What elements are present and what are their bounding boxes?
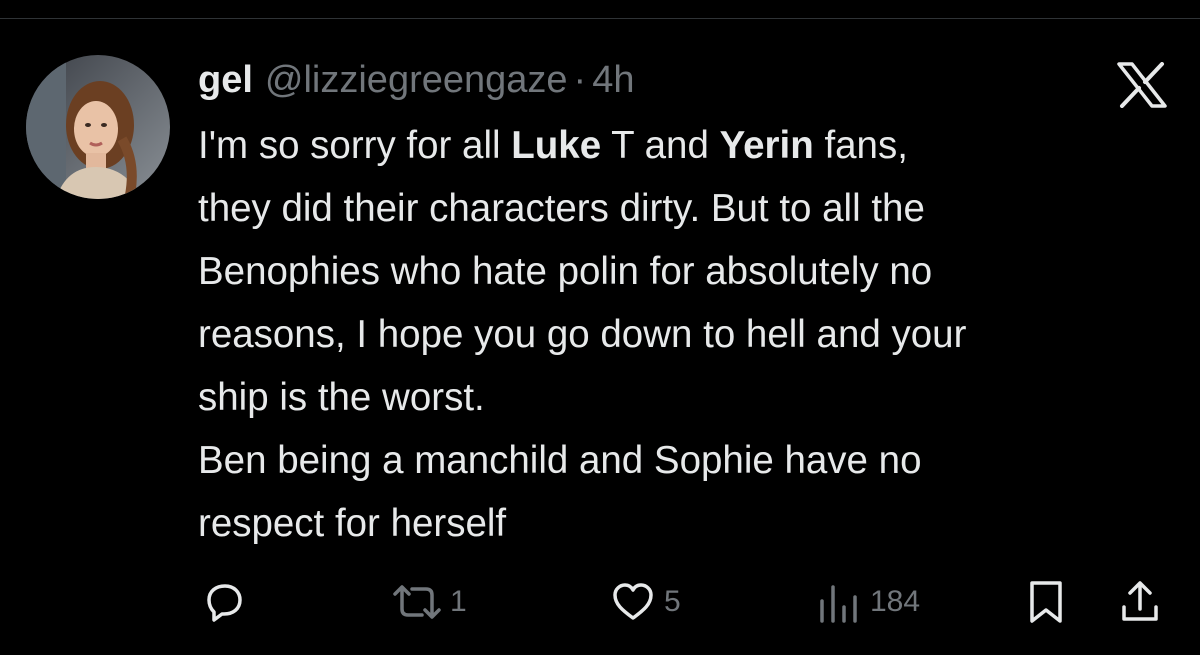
user-handle[interactable]: @lizziegreengaze	[265, 56, 568, 104]
timestamp[interactable]: 4h	[592, 56, 634, 104]
action-bar: 1 5 184	[0, 572, 1200, 632]
tweet-line: I'm so sorry for all Luke T and Yerin fa…	[198, 114, 1188, 177]
text-segment: I'm so sorry for all	[198, 124, 512, 167]
tweet-line: ship is the worst.	[198, 366, 1188, 429]
tweet-line: they did their characters dirty. But to …	[198, 177, 1188, 240]
text-segment: they did their characters dirty. But to …	[198, 187, 925, 230]
text-segment: ship is the worst.	[198, 376, 485, 419]
views-count: 184	[870, 585, 921, 618]
tweet-line: reasons, I hope you go down to hell and …	[198, 303, 1188, 366]
bold-text: Luke	[511, 124, 602, 167]
avatar-image	[26, 55, 170, 199]
bookmark-icon	[1030, 581, 1062, 623]
text-segment: Ben being a manchild and Sophie have no	[198, 439, 922, 482]
top-divider	[0, 18, 1200, 19]
tweet-line: Benophies who hate polin for absolutely …	[198, 240, 1188, 303]
text-segment: T and	[601, 124, 720, 167]
reply-icon	[207, 584, 242, 622]
text-segment: Benophies who hate polin for absolutely …	[198, 250, 933, 293]
tweet-text: I'm so sorry for all Luke T and Yerin fa…	[198, 114, 1188, 555]
views-button[interactable]: 184	[816, 578, 920, 626]
share-button[interactable]	[1118, 578, 1162, 626]
avatar[interactable]	[26, 55, 170, 199]
tweet-line: respect for herself	[198, 492, 1188, 555]
bookmark-button[interactable]	[1026, 578, 1066, 626]
text-segment: respect for herself	[198, 502, 507, 545]
display-name[interactable]: gel	[198, 56, 253, 104]
retweet-count: 1	[450, 585, 467, 618]
tweet-line: Ben being a manchild and Sophie have no	[198, 429, 1188, 492]
text-segment: fans,	[813, 124, 908, 167]
text-segment: reasons, I hope you go down to hell and …	[198, 313, 967, 356]
share-icon	[1122, 581, 1158, 621]
bold-text: Yerin	[719, 124, 814, 167]
tweet-header: gel @lizziegreengaze · 4h	[198, 56, 634, 104]
x-logo-icon	[1116, 62, 1168, 108]
retweet-icon	[393, 585, 441, 619]
like-button[interactable]: 5	[610, 578, 681, 626]
like-count: 5	[664, 585, 681, 618]
heart-icon	[613, 583, 653, 620]
views-icon	[820, 585, 857, 623]
retweet-button[interactable]: 1	[392, 578, 467, 626]
reply-button[interactable]	[200, 578, 246, 626]
separator-dot: ·	[573, 59, 587, 101]
